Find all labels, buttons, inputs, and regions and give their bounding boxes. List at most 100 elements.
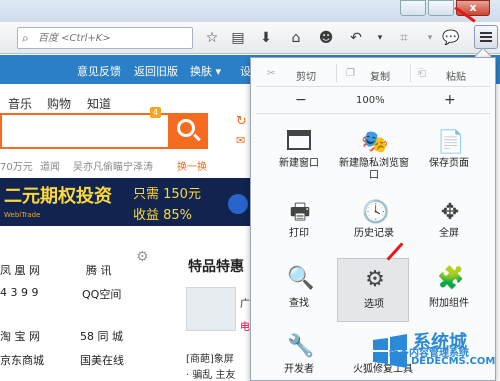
addons-button[interactable]: 🧩 附加组件 xyxy=(413,258,485,324)
zoom-in-button[interactable]: + xyxy=(444,92,456,108)
find-button[interactable]: 🔍 查找 xyxy=(263,258,335,324)
tile-label: 选项 xyxy=(364,299,384,310)
banner-brand: WebiTrade xyxy=(4,211,41,219)
search-badge: 4 xyxy=(150,107,161,118)
category-music[interactable]: 音乐 xyxy=(8,95,32,112)
save-page-button[interactable]: 📄 保存页面 xyxy=(413,122,485,188)
zoom-out-button[interactable]: − xyxy=(295,92,307,108)
crop-icon[interactable]: ⌗ xyxy=(394,28,414,48)
site-link-4399[interactable]: 4 3 9 9 xyxy=(0,286,38,299)
feedback-link[interactable]: 意见反馈 xyxy=(77,63,121,79)
site-link-gome[interactable]: 国美在线 xyxy=(80,352,124,368)
site-link-jd[interactable]: 京东商城 xyxy=(0,352,44,368)
download-icon[interactable]: ⬇ xyxy=(256,28,276,48)
mask-icon: 🎭 xyxy=(361,130,389,155)
tile-label: 打印 xyxy=(289,228,309,239)
skin-link[interactable]: 换肤 ▾ xyxy=(190,63,221,79)
chat-icon[interactable]: ☻ xyxy=(316,28,336,48)
page-search-button[interactable] xyxy=(168,113,208,149)
tile-label: 历史记录 xyxy=(354,228,394,239)
news-item[interactable]: [商葩]象屏 xyxy=(186,350,234,365)
paste-button[interactable]: 粘贴 xyxy=(446,68,466,83)
tile-label: 开发者 xyxy=(284,364,314,375)
bookmark-star-icon[interactable]: ☆ xyxy=(202,28,222,48)
fullscreen-button[interactable]: ✥ 全屏 xyxy=(413,192,485,258)
news-item[interactable]: 电 xyxy=(240,318,250,333)
hot-word[interactable]: 70万元 xyxy=(0,158,33,173)
tile-label: 查找 xyxy=(289,298,309,309)
menu-button[interactable] xyxy=(474,25,498,49)
refresh-icon[interactable]: ↻ xyxy=(236,114,247,129)
bookmarks-list-icon[interactable]: ▤ xyxy=(228,28,248,48)
category-zhidao[interactable]: 知道 xyxy=(87,95,111,112)
news-item[interactable]: 广 xyxy=(240,295,250,310)
hamburger-icon xyxy=(480,32,492,34)
ad-banner[interactable]: 二元期权投资 只需 150元 收益 85% WebiTrade xyxy=(0,178,260,226)
hot-word[interactable]: 道闻 xyxy=(40,158,60,173)
print-button[interactable]: 🖶 打印 xyxy=(263,192,335,258)
banner-line1: 只需 150元 xyxy=(133,187,201,202)
tile-label: 保存页面 xyxy=(429,158,469,169)
copy-icon: ❐ xyxy=(346,68,355,79)
search-icon: ⌕ xyxy=(22,31,29,45)
news-item[interactable]: · 骗乱 主友 xyxy=(186,366,236,381)
category-shopping[interactable]: 购物 xyxy=(47,95,71,112)
change-hot-words-link[interactable]: 换一换 xyxy=(177,158,207,173)
hamburger-icon-line xyxy=(480,40,492,42)
site-link-ifeng[interactable]: 凤 凰 网 xyxy=(0,262,40,278)
home-icon[interactable]: ⌂ xyxy=(286,28,306,48)
site-link-taobao[interactable]: 淘 宝 网 xyxy=(0,328,40,344)
search-icon xyxy=(177,119,195,137)
crop-dropdown-icon[interactable]: ▾ xyxy=(420,28,440,48)
gear-icon: ⚙ xyxy=(365,267,385,292)
magnifier-icon: 🔍 xyxy=(287,266,315,291)
divider xyxy=(256,86,490,87)
page-search-input[interactable] xyxy=(0,113,168,149)
site-link-58[interactable]: 58 同 城 xyxy=(80,328,123,344)
divider xyxy=(256,113,490,114)
watermark-line2: DEDECMS.COM xyxy=(411,356,496,367)
hot-word[interactable]: 吴亦凡偷瞄宁泽涛 xyxy=(73,158,153,173)
old-version-link[interactable]: 返回旧版 xyxy=(134,63,178,79)
minimize-button[interactable] xyxy=(400,0,426,16)
banner-line2: 收益 85% xyxy=(133,208,193,223)
site-link-qzone[interactable]: QQ空间 xyxy=(82,286,121,302)
options-button[interactable]: ⚙ 选项 xyxy=(337,258,409,322)
maximize-button[interactable] xyxy=(428,0,454,16)
paste-icon: ⎗ xyxy=(418,68,426,79)
watermark: 系统城 维多内容管理系统 DEDECMS.COM xyxy=(365,326,500,377)
save-page-icon: 📄 xyxy=(437,130,465,155)
speech-bubble-icon[interactable]: 💬 xyxy=(441,28,461,48)
copy-button[interactable]: 复制 xyxy=(370,68,390,83)
new-private-window-button[interactable]: 🎭 新建隐私浏览窗口 xyxy=(336,122,412,188)
cut-button[interactable]: 剪切 xyxy=(296,68,316,83)
gear-icon[interactable]: ⚙ xyxy=(136,249,149,265)
clock-icon: 🕓 xyxy=(362,200,390,225)
zoom-reset-button[interactable]: 100% xyxy=(356,95,385,106)
tile-label: 全屏 xyxy=(439,228,459,239)
undo-dropdown-icon[interactable]: ▾ xyxy=(370,28,390,48)
tile-label: 附加组件 xyxy=(429,298,469,309)
search-input[interactable] xyxy=(38,30,188,46)
product-image[interactable] xyxy=(186,287,236,331)
divider xyxy=(410,64,411,82)
tile-label: 新建窗口 xyxy=(279,158,319,169)
developer-button[interactable]: 🔧 开发者 xyxy=(263,326,335,377)
cut-icon: ✂ xyxy=(267,68,276,79)
special-offers-title: 特品特惠 xyxy=(188,259,244,275)
hamburger-icon-line xyxy=(480,36,492,38)
wrench-icon: 🔧 xyxy=(287,334,315,359)
undo-icon[interactable]: ↶ xyxy=(346,28,366,48)
printer-icon: 🖶 xyxy=(289,200,311,225)
mail-icon[interactable]: ✉ xyxy=(236,134,245,147)
window-icon xyxy=(287,130,311,150)
banner-headline: 二元期权投资 xyxy=(4,186,112,207)
tile-label: 新建隐私浏览窗口 xyxy=(339,158,409,181)
puzzle-icon: 🧩 xyxy=(437,266,465,291)
site-link-qq[interactable]: 腾 讯 xyxy=(86,262,112,278)
search-box[interactable]: ⌕ xyxy=(17,27,193,49)
search-icon-handle xyxy=(193,133,201,142)
divider xyxy=(336,64,337,82)
banner-arrow-button[interactable] xyxy=(228,194,248,214)
new-window-button[interactable]: 新建窗口 xyxy=(263,122,335,188)
